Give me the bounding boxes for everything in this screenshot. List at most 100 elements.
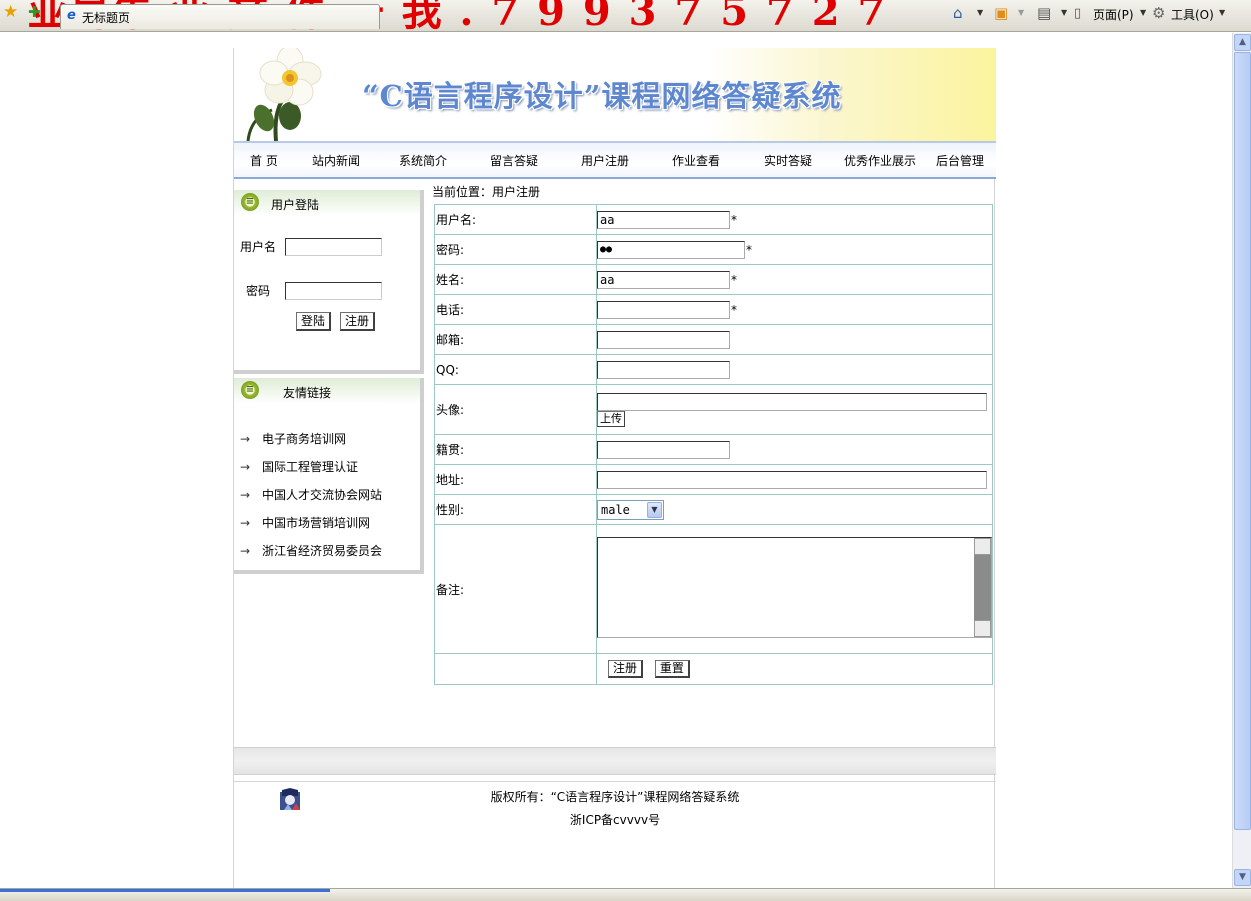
nav-about[interactable]: 系统简介	[399, 152, 447, 169]
page-scrollbar[interactable]: ▲ ▼	[1232, 33, 1251, 888]
tab-title: 无标题页	[82, 11, 131, 25]
nav-messages[interactable]: 留言答疑	[490, 152, 538, 169]
page-icon: ▯	[1074, 6, 1082, 21]
remark-textarea[interactable]	[597, 537, 992, 638]
site-title: “C语言程序设计”课程网络答疑系统	[362, 79, 842, 113]
gender-select[interactable]: male ▼	[597, 499, 664, 520]
form-row-username: 用户名: aa *	[434, 204, 993, 235]
name-label: 姓名:	[434, 264, 597, 295]
home-icon[interactable]: ⌂	[953, 4, 963, 22]
qq-label: QQ:	[434, 354, 597, 385]
footer-copyright: 版权所有：“C语言程序设计”课程网络答疑系统	[490, 790, 740, 804]
link-item[interactable]: → 电子商务培训网	[240, 430, 346, 447]
link-item[interactable]: → 中国人才交流协会网站	[240, 486, 382, 503]
page-dropdown-icon[interactable]: ▼	[1140, 8, 1146, 17]
links-panel: ≡ 友情链接 → 电子商务培训网 → 国际工程管理认证 → 中国人才交流协会网站 → 中…	[234, 378, 424, 574]
password-input[interactable]: ●●	[597, 240, 745, 259]
browser-tab[interactable]: e 无标题页	[60, 4, 380, 29]
scroll-down-icon[interactable]	[974, 620, 991, 637]
avatar-label: 头像:	[434, 384, 597, 435]
status-bar	[0, 888, 1251, 901]
flower-logo-icon	[246, 48, 322, 141]
favorites-star-icon[interactable]: ★	[3, 3, 18, 21]
link-label[interactable]: 国际工程管理认证	[262, 460, 358, 474]
footer-icp: 浙ICP备cvvvv号	[569, 813, 661, 827]
submit-register-button[interactable]: 注册	[608, 660, 644, 678]
home-dropdown-icon[interactable]: ▼	[977, 8, 983, 17]
remark-label: 备注:	[434, 524, 597, 654]
links-panel-header: ≡ 友情链接	[234, 378, 420, 404]
email-input[interactable]	[597, 330, 730, 349]
status-progress-bar	[0, 889, 330, 892]
sidebar-register-button[interactable]: 注册	[340, 312, 376, 331]
nav-live-qa[interactable]: 实时答疑	[764, 152, 812, 169]
link-label[interactable]: 浙江省经济贸易委员会	[262, 544, 382, 558]
qq-input[interactable]	[597, 360, 730, 379]
required-mark: *	[731, 302, 737, 317]
link-label[interactable]: 中国市场营销培训网	[262, 516, 370, 530]
site-banner: “C语言程序设计”课程网络答疑系统	[234, 48, 996, 141]
form-row-actions: 注册 重置	[434, 653, 993, 685]
registration-form: 用户名: aa * 密码: ●● * 姓名: aa * 电话: * 邮箱: QQ…	[434, 204, 993, 685]
tools-menu[interactable]: 工具(O)	[1171, 6, 1214, 23]
login-panel: ≡ 用户登陆 用户名 密码 登陆 注册	[234, 190, 424, 374]
print-icon[interactable]: ▤	[1037, 4, 1051, 22]
form-row-remark: 备注:	[434, 524, 993, 654]
scrollbar-thumb[interactable]	[1234, 52, 1251, 830]
login-username-input[interactable]	[285, 238, 382, 256]
hometown-label: 籍贯:	[434, 434, 597, 465]
address-label: 地址:	[434, 464, 597, 495]
avatar-file-input[interactable]	[597, 392, 987, 411]
login-panel-header: ≡ 用户登陆	[234, 190, 420, 216]
page-container: “C语言程序设计”课程网络答疑系统 首 页 站内新闻 系统简介 留言答疑 用户注…	[233, 48, 996, 888]
scroll-up-icon[interactable]: ▲	[1234, 34, 1251, 51]
link-item[interactable]: → 浙江省经济贸易委员会	[240, 542, 382, 559]
nav-homework[interactable]: 作业查看	[672, 152, 720, 169]
empty-cell	[434, 653, 597, 685]
form-row-gender: 性别: male ▼	[434, 494, 993, 525]
form-row-email: 邮箱:	[434, 324, 993, 355]
add-favorite-icon[interactable]: ✚	[28, 3, 41, 21]
form-row-address: 地址:	[434, 464, 993, 495]
address-input[interactable]	[597, 470, 987, 489]
nav-home[interactable]: 首 页	[250, 152, 278, 169]
footer-divider	[234, 781, 996, 782]
footer-bar	[234, 747, 996, 775]
reset-button[interactable]: 重置	[654, 660, 690, 678]
login-button[interactable]: 登陆	[296, 312, 332, 331]
nav-register[interactable]: 用户注册	[581, 152, 629, 169]
feeds-icon[interactable]: ▣	[994, 4, 1008, 22]
nav-admin[interactable]: 后台管理	[936, 152, 984, 169]
login-username-label: 用户名	[240, 240, 277, 254]
form-row-qq: QQ:	[434, 354, 993, 385]
required-mark: *	[746, 242, 752, 257]
ie-page-icon: e	[67, 8, 76, 23]
textarea-scrollbar[interactable]	[974, 538, 991, 637]
upload-button[interactable]: 上传	[597, 410, 625, 427]
breadcrumb: 当前位置：用户注册	[432, 185, 541, 199]
form-row-password: 密码: ●● *	[434, 234, 993, 265]
print-dropdown-icon[interactable]: ▼	[1061, 8, 1067, 17]
page-menu[interactable]: 页面(P)	[1093, 6, 1134, 23]
chevron-down-icon[interactable]: ▼	[647, 501, 662, 518]
login-password-input[interactable]	[285, 282, 382, 300]
scroll-up-icon[interactable]	[974, 538, 991, 555]
name-input[interactable]: aa	[597, 270, 730, 289]
browser-toolbar: 亚局牛 亚 文 件 一 我 . 7 9 9 3 7 5 7 2 7 ★ ✚ e …	[0, 0, 1251, 35]
nav-showcase[interactable]: 优秀作业展示	[844, 152, 916, 169]
link-label[interactable]: 电子商务培训网	[262, 432, 346, 446]
form-row-avatar: 头像: 上传	[434, 384, 993, 435]
links-heading: 友情链接	[283, 386, 332, 400]
scroll-down-icon[interactable]: ▼	[1234, 869, 1251, 886]
phone-input[interactable]	[597, 300, 730, 319]
link-item[interactable]: → 中国市场营销培训网	[240, 514, 370, 531]
username-input[interactable]: aa	[597, 210, 730, 229]
feeds-dropdown-icon[interactable]: ▼	[1018, 8, 1024, 17]
link-label[interactable]: 中国人才交流协会网站	[262, 488, 382, 502]
nav-news[interactable]: 站内新闻	[312, 152, 360, 169]
hometown-input[interactable]	[597, 440, 730, 459]
form-row-name: 姓名: aa *	[434, 264, 993, 295]
password-label: 密码:	[434, 234, 597, 265]
link-item[interactable]: → 国际工程管理认证	[240, 458, 358, 475]
tools-dropdown-icon[interactable]: ▼	[1219, 8, 1225, 17]
